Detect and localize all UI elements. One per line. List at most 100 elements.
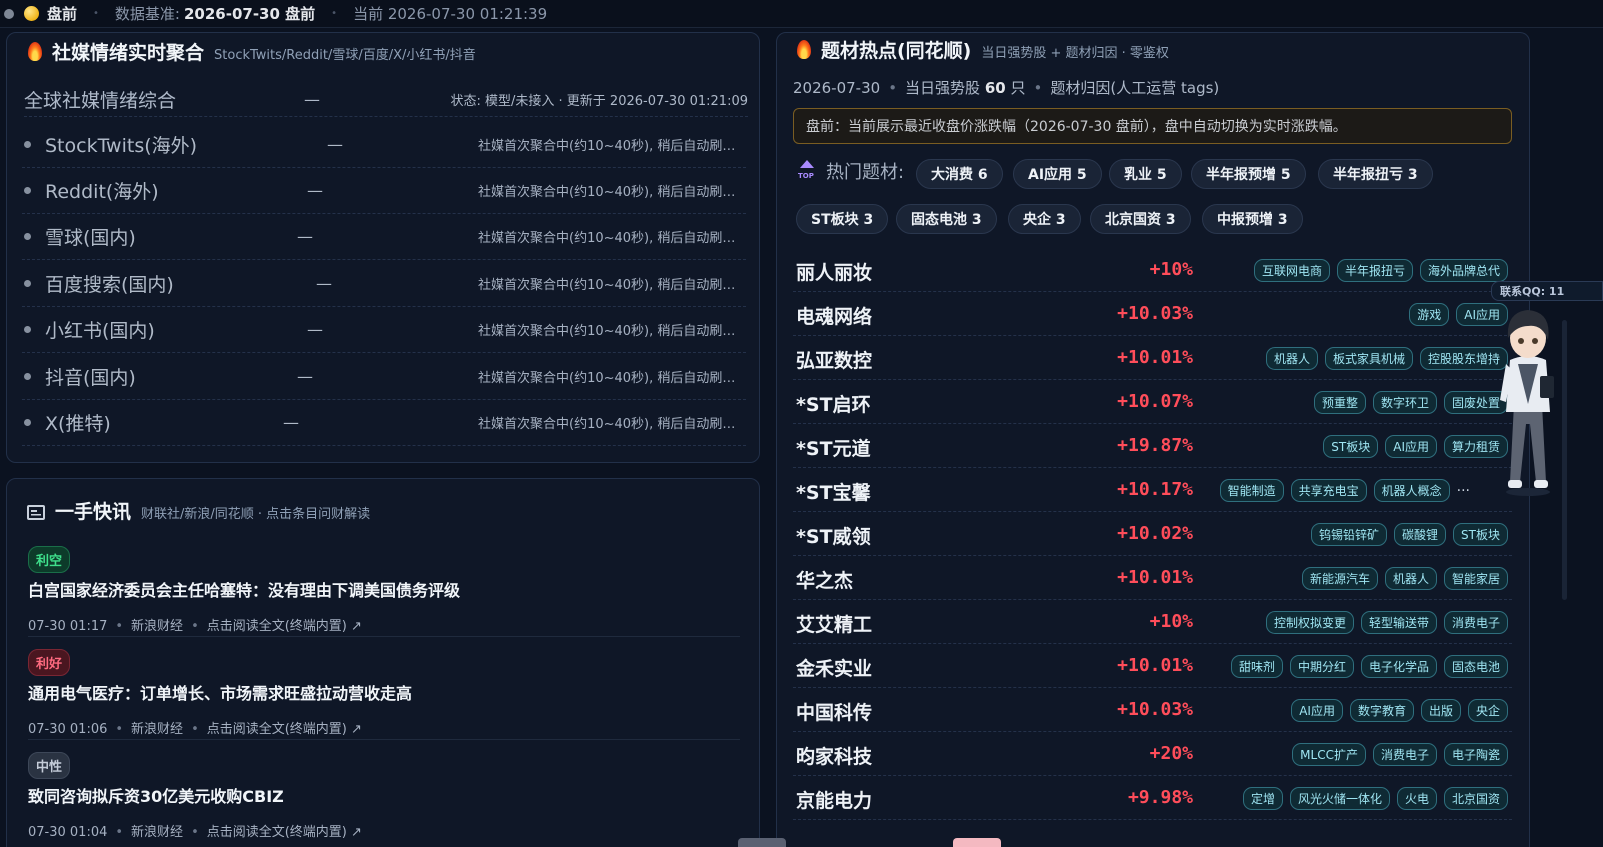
sentiment-badge-neutral: 中性	[28, 752, 71, 779]
stock-tag[interactable]: 机器人	[1384, 567, 1437, 590]
news-item[interactable]: 利空 白宫国家经济委员会主任哈塞特：没有理由下调美国债务评级 07-30 01:…	[28, 546, 740, 634]
stock-tag[interactable]: 控股股东增持	[1419, 347, 1508, 370]
stock-tag[interactable]: 新能源汽车	[1301, 567, 1378, 590]
news-source: 新浪财经	[131, 722, 184, 737]
stock-row[interactable]: *ST元道 +19.87% ST板块 AI应用 算力租赁	[793, 424, 1512, 468]
scrollbar[interactable]	[1562, 320, 1567, 600]
stock-tag[interactable]: 机器人概念	[1373, 479, 1450, 502]
stock-row[interactable]: 金禾实业 +10.01% 甜味剂 中期分红 电子化学品 固态电池	[793, 644, 1512, 688]
stock-tag[interactable]: 电子化学品	[1360, 655, 1437, 678]
topic-chip[interactable]: 中报预增 3	[1202, 204, 1303, 234]
stock-row[interactable]: 丽人丽妆 +10% 互联网电商 半年报扭亏 海外品牌总代	[793, 248, 1512, 292]
stock-row[interactable]: 弘亚数控 +10.01% 机器人 板式家具机械 控股股东增持	[793, 336, 1512, 380]
stock-row[interactable]: 华之杰 +10.01% 新能源汽车 机器人 智能家居	[793, 556, 1512, 600]
stock-change: +10.01%	[1117, 347, 1193, 368]
topic-chip[interactable]: 大消费 6	[916, 159, 1003, 189]
stock-tag[interactable]: 共享充电宝	[1290, 479, 1367, 502]
stock-tag[interactable]: 互联网电商	[1253, 259, 1330, 282]
topic-chip[interactable]: 北京国资 3	[1090, 204, 1191, 234]
more-tags-indicator[interactable]: ···	[1457, 483, 1470, 499]
bullet-icon	[24, 280, 31, 287]
social-source-row[interactable]: 百度搜索(国内) — 社媒首次聚合中(约10~40秒), 稍后自动刷新…	[22, 261, 746, 307]
stock-tags: 智能制造 共享充电宝 机器人概念 ···	[1219, 479, 1470, 502]
stock-tag[interactable]: 风光火储一体化	[1289, 787, 1390, 810]
mascot-avatar-icon[interactable]	[1496, 304, 1560, 496]
social-source-row[interactable]: 抖音(国内) — 社媒首次聚合中(约10~40秒), 稍后自动刷新…	[22, 354, 746, 400]
stock-row[interactable]: *ST宝馨 +10.17% 智能制造 共享充电宝 机器人概念 ···	[793, 468, 1512, 512]
bottom-handle[interactable]	[738, 838, 786, 847]
topic-chip[interactable]: 半年报扭亏 3	[1318, 159, 1433, 189]
stock-tag[interactable]: AI应用	[1291, 699, 1343, 722]
stock-tags: 预重整 数字环卫 固废处置	[1313, 391, 1508, 414]
news-headline[interactable]: 致同咨询拟斥资30亿美元收购CBIZ	[28, 783, 740, 807]
stock-row[interactable]: 电魂网络 +10.03% 游戏 AI应用	[793, 292, 1512, 336]
news-time: 07-30 01:17	[28, 619, 108, 634]
source-name: 抖音(国内)	[45, 367, 136, 389]
stock-tag[interactable]: ST板块	[1453, 523, 1508, 546]
stock-tag[interactable]: 中期分红	[1289, 655, 1354, 678]
stock-tag[interactable]: 钨锡铅锌矿	[1311, 523, 1388, 546]
topic-chip[interactable]: 央企 3	[1008, 204, 1081, 234]
stock-tag[interactable]: 板式家具机械	[1324, 347, 1413, 370]
topic-chip[interactable]: 固态电池 3	[896, 204, 997, 234]
news-headline[interactable]: 通用电气医疗：订单增长、市场需求旺盛拉动营收走高	[28, 680, 740, 704]
contact-qq-badge[interactable]: 联系QQ: 11	[1491, 281, 1603, 301]
stock-tag[interactable]: 控制权拟变更	[1265, 611, 1354, 634]
news-item[interactable]: 利好 通用电气医疗：订单增长、市场需求旺盛拉动营收走高 07-30 01:06 •…	[28, 649, 740, 737]
social-source-row[interactable]: Reddit(海外) — 社媒首次聚合中(约10~40秒), 稍后自动刷新…	[22, 168, 746, 214]
stock-tag[interactable]: AI应用	[1385, 435, 1437, 458]
stock-tag[interactable]: 消费电子	[1443, 611, 1508, 634]
stock-tag[interactable]: 碳酸锂	[1394, 523, 1447, 546]
stock-tag[interactable]: 央企	[1467, 699, 1508, 722]
stock-tag[interactable]: 消费电子	[1372, 743, 1437, 766]
topic-chip[interactable]: AI应用 5	[1013, 159, 1102, 189]
topic-chip[interactable]: 乳业 5	[1109, 159, 1182, 189]
stock-tag[interactable]: 数字教育	[1349, 699, 1414, 722]
stock-row[interactable]: 昀家科技 +20% MLCC扩产 消费电子 电子陶瓷	[793, 732, 1512, 776]
stock-tag[interactable]: 机器人	[1265, 347, 1318, 370]
stock-tag[interactable]: 电子陶瓷	[1443, 743, 1508, 766]
source-name: X(推特)	[45, 413, 111, 435]
social-source-row[interactable]: 小红书(国内) — 社媒首次聚合中(约10~40秒), 稍后自动刷新…	[22, 307, 746, 353]
social-source-row[interactable]: StockTwits(海外) — 社媒首次聚合中(约10~40秒), 稍后自动刷…	[22, 122, 746, 168]
read-full-link[interactable]: 点击阅读全文(终端内置) ↗	[207, 619, 362, 634]
stock-row[interactable]: 中国科传 +10.03% AI应用 数字教育 出版 央企	[793, 688, 1512, 732]
stock-change: +9.98%	[1127, 787, 1193, 808]
topic-chip[interactable]: 半年报预增 5	[1191, 159, 1306, 189]
stock-tag[interactable]: 预重整	[1313, 391, 1366, 414]
topics-label-text: 热门题材:	[826, 162, 905, 183]
news-panel-title: 一手快讯	[55, 501, 132, 523]
stock-tag[interactable]: ST板块	[1323, 435, 1379, 458]
news-item[interactable]: 中性 致同咨询拟斥资30亿美元收购CBIZ 07-30 01:04 • 新浪财经 • 点…	[28, 752, 740, 840]
bullet-icon	[24, 419, 31, 426]
stock-tag[interactable]: 甜味剂	[1230, 655, 1283, 678]
summary-status: 状态: 模型/未接入 · 更新于 2026-07-30 01:21:09	[450, 94, 749, 109]
social-source-row[interactable]: 雪球(国内) — 社媒首次聚合中(约10~40秒), 稍后自动刷新…	[22, 214, 746, 260]
bottom-handle[interactable]	[953, 838, 1001, 847]
stock-row[interactable]: *ST启环 +10.07% 预重整 数字环卫 固废处置	[793, 380, 1512, 424]
stock-tag[interactable]: 轻型输送带	[1360, 611, 1437, 634]
stock-row[interactable]: *ST威领 +10.02% 钨锡铅锌矿 碳酸锂 ST板块	[793, 512, 1512, 556]
stock-row[interactable]: 艾艾精工 +10% 控制权拟变更 轻型输送带 消费电子	[793, 600, 1512, 644]
top-icon	[798, 160, 816, 182]
stock-tag[interactable]: 智能家居	[1443, 567, 1508, 590]
stock-tag[interactable]: MLCC扩产	[1292, 743, 1366, 766]
news-headline[interactable]: 白宫国家经济委员会主任哈塞特：没有理由下调美国债务评级	[28, 577, 740, 601]
stock-tag[interactable]: 火电	[1396, 787, 1437, 810]
stock-tag[interactable]: 出版	[1420, 699, 1461, 722]
stock-tag[interactable]: 固态电池	[1443, 655, 1508, 678]
read-full-link[interactable]: 点击阅读全文(终端内置) ↗	[207, 825, 362, 840]
stock-row[interactable]: 京能电力 +9.98% 定增 风光火储一体化 火电 北京国资	[793, 776, 1512, 820]
topic-chip[interactable]: ST板块 3	[796, 204, 889, 234]
stock-tag[interactable]: 定增	[1242, 787, 1283, 810]
stock-tag[interactable]: 游戏	[1409, 303, 1450, 326]
stock-tag[interactable]: 智能制造	[1219, 479, 1284, 502]
stock-tag[interactable]: 半年报扭亏	[1336, 259, 1413, 282]
stock-change: +10.03%	[1117, 303, 1193, 324]
social-source-row[interactable]: X(推特) — 社媒首次聚合中(约10~40秒), 稍后自动刷新…	[22, 400, 746, 446]
stock-tag[interactable]: 北京国资	[1443, 787, 1508, 810]
stock-name: 艾艾精工	[796, 614, 873, 636]
read-full-link[interactable]: 点击阅读全文(终端内置) ↗	[207, 722, 362, 737]
stock-tag[interactable]: 数字环卫	[1372, 391, 1437, 414]
stock-tag[interactable]: 海外品牌总代	[1419, 259, 1508, 282]
